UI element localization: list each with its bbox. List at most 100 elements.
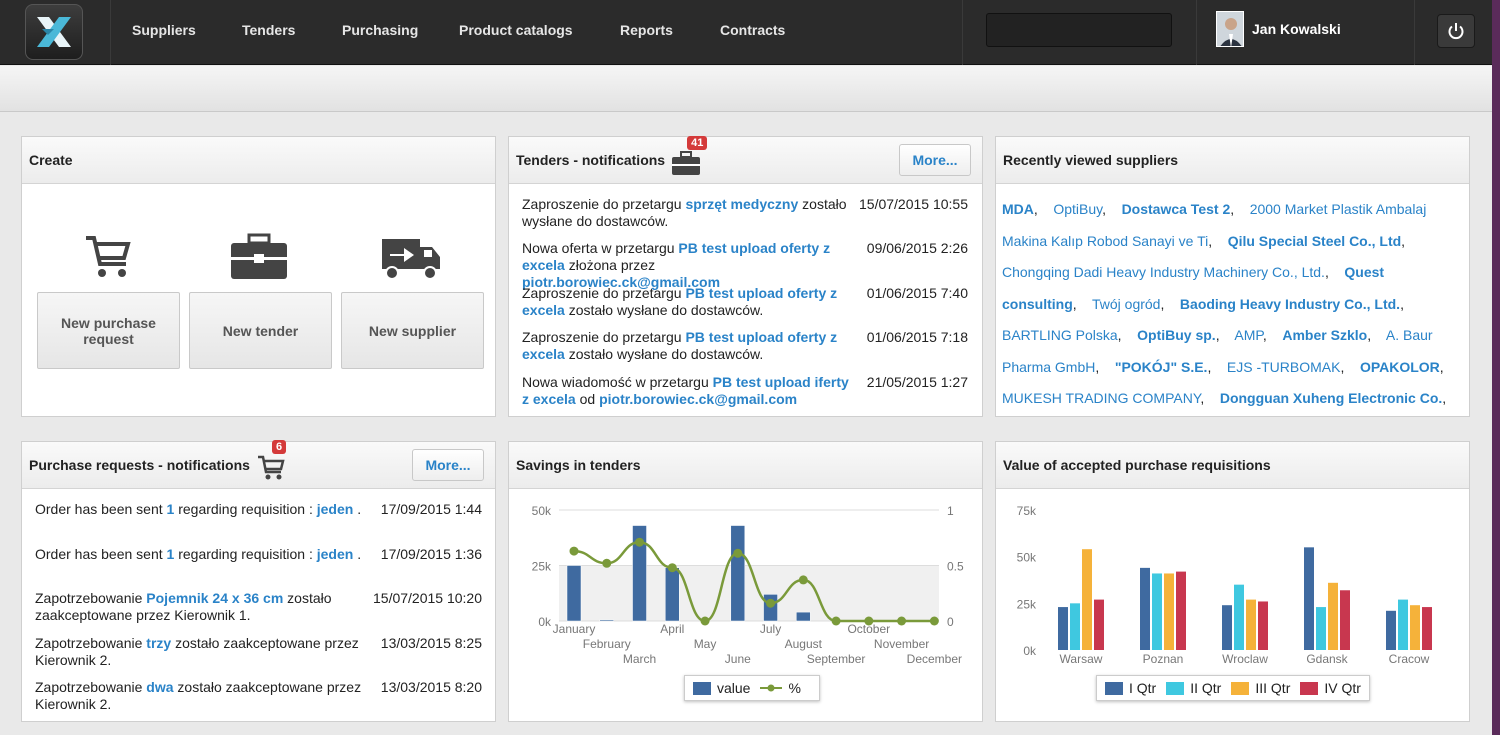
supplier-link[interactable]: Baoding Heavy Industry Co., Ltd. (1180, 296, 1400, 312)
notification-date: 13/03/2015 8:25 (380, 635, 482, 651)
requisition-link[interactable]: dwa (146, 679, 173, 695)
legend-item[interactable]: III Qtr (1231, 680, 1290, 696)
legend-item[interactable]: IV Qtr (1300, 680, 1361, 696)
nav-purchasing[interactable]: Purchasing (342, 22, 418, 38)
panel-title: Value of accepted purchase requisitions (1003, 457, 1271, 473)
bar[interactable] (1246, 599, 1256, 650)
bar[interactable] (1070, 603, 1080, 650)
nav-contracts[interactable]: Contracts (720, 22, 785, 38)
notification-row: Order has been sent 1 regarding requisit… (35, 546, 365, 563)
supplier-link[interactable]: OPAKOLOR (1360, 359, 1440, 375)
purchase-badge: 6 (256, 439, 287, 485)
supplier-link[interactable]: EJS -TURBOMAK (1227, 359, 1341, 375)
user-menu[interactable]: Jan Kowalski (1216, 11, 1341, 47)
email-link[interactable]: piotr.borowiec.ck@gmail.com (599, 391, 797, 407)
notification-date: 15/07/2015 10:20 (373, 590, 482, 606)
bar[interactable] (1058, 607, 1068, 650)
requisition-link[interactable]: jeden (317, 546, 354, 562)
new-tender-button[interactable]: New tender (189, 292, 332, 369)
supplier-link[interactable]: AMP (1234, 327, 1263, 343)
bar[interactable] (1340, 590, 1350, 650)
line-point[interactable] (798, 575, 808, 585)
more-button[interactable]: More... (899, 144, 971, 176)
supplier-link[interactable]: MDA (1002, 201, 1034, 217)
bar[interactable] (1222, 605, 1232, 650)
y2-tick-label: 0.5 (947, 560, 964, 574)
logout-button[interactable] (1437, 14, 1475, 48)
bar[interactable] (796, 611, 811, 622)
x-tick-label: August (785, 637, 823, 651)
supplier-link[interactable]: Twój ogród (1092, 296, 1160, 312)
supplier-link[interactable]: BARTLING Polska (1002, 327, 1118, 343)
nav-tenders[interactable]: Tenders (242, 22, 295, 38)
requisition-link[interactable]: Pojemnik 24 x 36 cm (146, 590, 283, 606)
requisition-link[interactable]: jeden (317, 501, 354, 517)
bar[interactable] (1410, 605, 1420, 650)
bar[interactable] (1386, 610, 1396, 650)
nav-product-catalogs[interactable]: Product catalogs (459, 22, 573, 38)
bar[interactable] (1152, 573, 1162, 650)
x-tick-label: January (553, 622, 596, 636)
line-point[interactable] (667, 563, 677, 573)
bar[interactable] (1258, 601, 1268, 650)
bar[interactable] (566, 565, 582, 622)
power-icon (1448, 23, 1464, 40)
line-point[interactable] (700, 616, 710, 626)
supplier-link[interactable]: Dostawca Test 2 (1122, 201, 1231, 217)
bar[interactable] (665, 567, 680, 622)
supplier-link[interactable]: Chongqing Dadi Heavy Industry Machinery … (1002, 264, 1325, 280)
bar[interactable] (599, 619, 615, 622)
nav-suppliers[interactable]: Suppliers (132, 22, 196, 38)
supplier-link[interactable]: Qilu Special Steel Co., Ltd (1228, 233, 1401, 249)
bar[interactable] (1176, 571, 1186, 650)
bar[interactable] (1398, 599, 1408, 650)
y2-tick-label: 0 (947, 615, 954, 629)
requisition-link[interactable]: trzy (146, 635, 171, 651)
panel-header: Value of accepted purchase requisitions (996, 442, 1469, 489)
legend-item[interactable]: I Qtr (1105, 680, 1156, 696)
legend-swatch (1231, 681, 1250, 695)
x-tick-label: Wroclaw (1222, 652, 1268, 666)
bar[interactable] (1304, 547, 1314, 650)
bar[interactable] (1082, 549, 1092, 650)
supplier-link[interactable]: "POKÓJ" S.E. (1115, 359, 1208, 375)
bar[interactable] (1164, 573, 1174, 650)
supplier-link[interactable]: Dongguan Xuheng Electronic Co. (1220, 390, 1442, 406)
panel-header: Recently viewed suppliers (996, 137, 1469, 184)
line-point[interactable] (831, 616, 841, 626)
supplier-link[interactable]: Amber Szklo (1282, 327, 1367, 343)
bar[interactable] (730, 525, 746, 622)
legend-item[interactable]: value (693, 680, 750, 696)
line-point[interactable] (766, 598, 776, 608)
new-purchase-request-button[interactable]: New purchase request (37, 292, 180, 369)
notification-text: regarding requisition : (174, 501, 317, 517)
legend-swatch (1300, 681, 1319, 695)
savings-chart-panel: Savings in tenders 50k 25k 0k 1 0.5 0 January F… (508, 441, 983, 722)
notification-date: 01/06/2015 7:40 (866, 285, 968, 301)
legend-item[interactable]: % (760, 680, 801, 696)
supplier-link[interactable]: OptiBuy (1053, 201, 1102, 217)
bar[interactable] (1328, 582, 1338, 650)
legend-item[interactable]: II Qtr (1166, 680, 1221, 696)
tender-link[interactable]: sprzęt medyczny (685, 196, 798, 212)
bar[interactable] (1140, 567, 1150, 650)
bar[interactable] (1094, 599, 1104, 650)
line-point[interactable] (602, 558, 612, 568)
y-tick-label: 50k (1017, 551, 1037, 565)
new-supplier-button[interactable]: New supplier (341, 292, 484, 369)
line-point[interactable] (897, 616, 907, 626)
supplier-link[interactable]: OptiBuy sp. (1137, 327, 1216, 343)
nav-reports[interactable]: Reports (620, 22, 673, 38)
bar[interactable] (1422, 607, 1432, 650)
app-logo[interactable] (25, 4, 83, 60)
search-input[interactable] (986, 13, 1172, 47)
line-point[interactable] (569, 546, 579, 556)
more-button[interactable]: More... (412, 449, 484, 481)
bar[interactable] (1234, 584, 1244, 650)
notification-row: Nowa oferta w przetargu PB test upload o… (522, 240, 857, 291)
line-point[interactable] (635, 537, 645, 547)
supplier-link[interactable]: MUKESH TRADING COMPANY (1002, 390, 1200, 406)
line-point[interactable] (929, 616, 939, 626)
line-point[interactable] (733, 548, 743, 558)
bar[interactable] (1316, 607, 1326, 650)
